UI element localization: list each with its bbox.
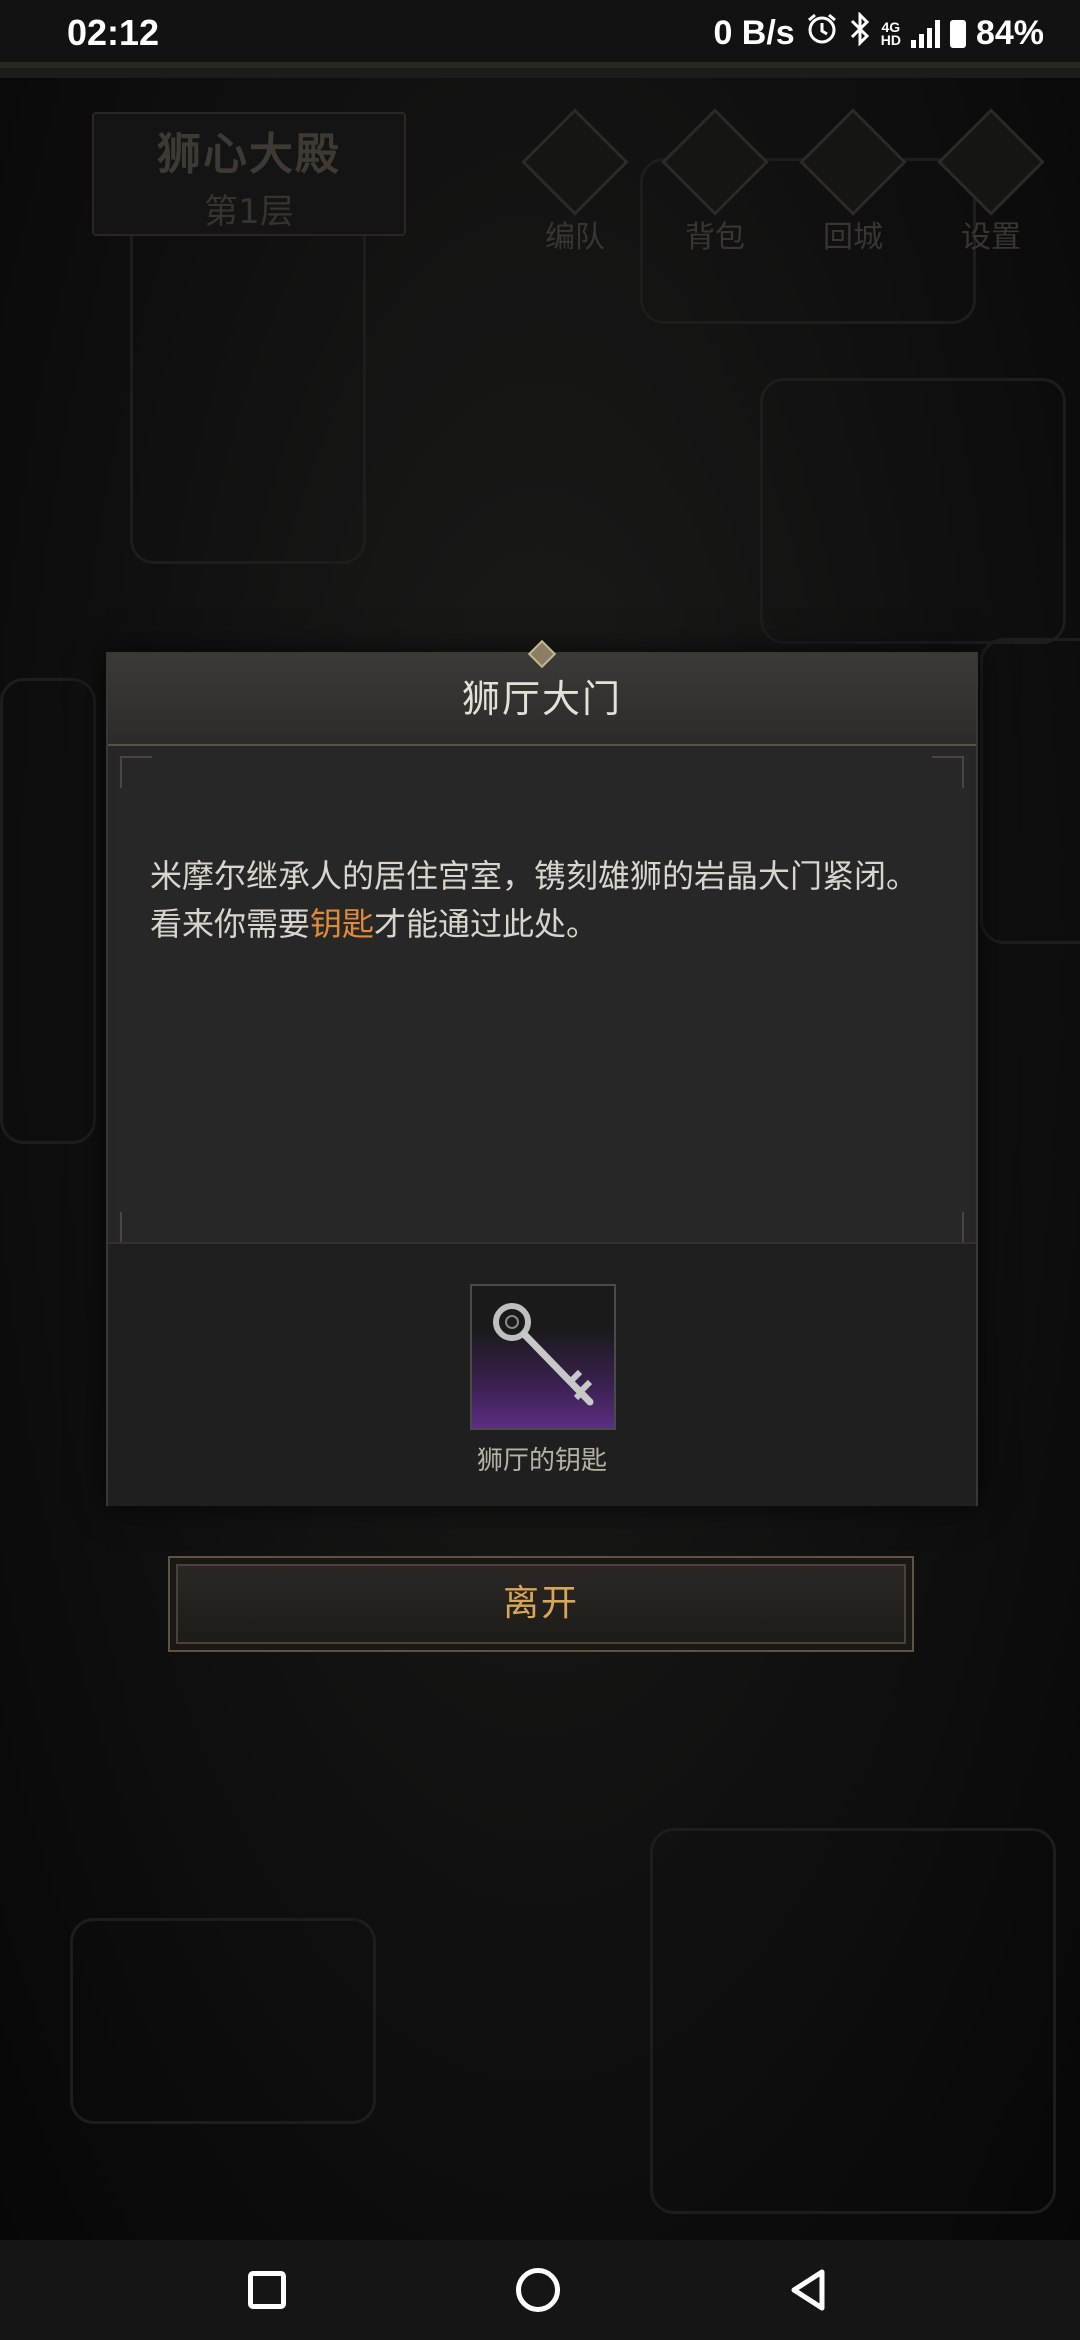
clock: 02:12 xyxy=(67,12,160,53)
status-bar: 02:12 0 B/s 4G HD 84% xyxy=(0,0,1080,78)
network-type-icon: 4G HD xyxy=(880,18,901,48)
dialog-body xyxy=(114,750,970,1250)
required-item-area: 狮厅的钥匙 xyxy=(108,1242,976,1506)
gear-icon xyxy=(937,108,1045,216)
system-nav-bar xyxy=(0,2240,1080,2340)
gate-dialog: 狮厅大门 米摩尔继承人的居住宫室，镌刻雄狮的岩晶大门紧闭。看来你需要钥匙才能通过… xyxy=(106,639,978,1506)
leave-button-label: 离开 xyxy=(502,1583,579,1624)
floor-label: 第1层 xyxy=(204,192,294,232)
bluetooth-icon xyxy=(849,11,871,55)
key-icon xyxy=(493,1303,594,1406)
home-button[interactable] xyxy=(516,2268,560,2312)
team-button[interactable]: 编队 xyxy=(520,108,630,255)
backpack-icon xyxy=(661,108,769,216)
recents-button[interactable] xyxy=(248,2271,286,2309)
battery-level: 84% xyxy=(975,14,1044,52)
settings-button[interactable]: 设置 xyxy=(936,108,1046,255)
corner-ornament xyxy=(932,756,964,788)
corner-ornament xyxy=(932,1212,964,1244)
return-town-button[interactable]: 回城 xyxy=(798,108,908,255)
back-button[interactable] xyxy=(786,2268,830,2312)
signal-icon xyxy=(910,19,940,48)
status-icons: 0 B/s 4G HD 84% xyxy=(713,11,1044,55)
location-header: 狮心大殿 第1层 xyxy=(92,112,406,236)
helmet-icon xyxy=(521,108,629,216)
corner-ornament xyxy=(120,756,152,788)
item-slot[interactable] xyxy=(470,1284,616,1430)
highlight-keyword: 钥匙 xyxy=(310,905,375,943)
battery-icon xyxy=(949,19,966,48)
dialog-header: 狮厅大门 xyxy=(108,639,976,746)
corner-ornament xyxy=(120,1212,152,1244)
item-name: 狮厅的钥匙 xyxy=(476,1446,607,1476)
back-icon xyxy=(791,2269,825,2311)
backpack-button[interactable]: 背包 xyxy=(660,108,770,255)
location-title: 狮心大殿 xyxy=(157,129,341,180)
leave-button[interactable]: 离开 xyxy=(168,1556,914,1652)
dialog-description: 米摩尔继承人的居住宫室，镌刻雄狮的岩晶大门紧闭。看来你需要钥匙才能通过此处。 xyxy=(150,857,919,943)
alarm-icon xyxy=(805,12,839,55)
net-speed: 0 B/s xyxy=(713,14,795,52)
door-icon xyxy=(799,108,907,216)
